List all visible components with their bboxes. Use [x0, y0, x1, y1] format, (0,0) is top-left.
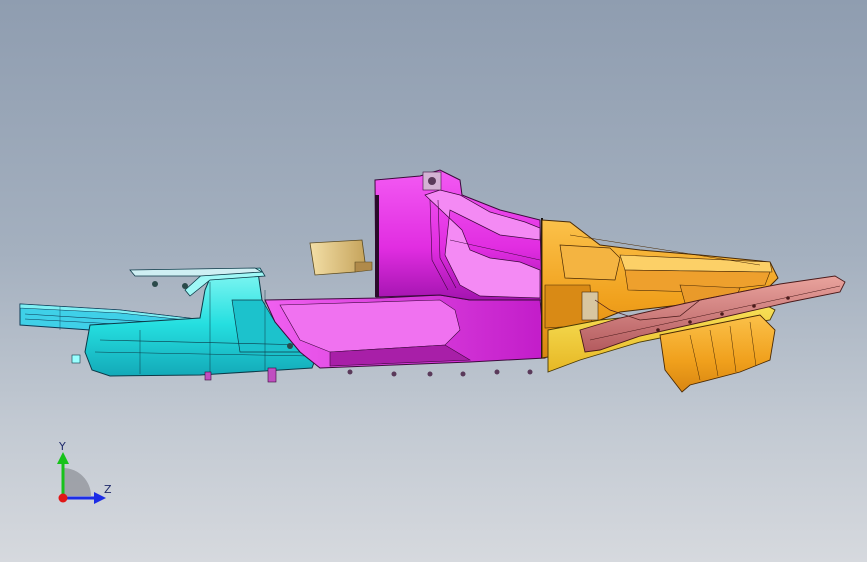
- graphics-viewport[interactable]: Y Z: [0, 0, 867, 562]
- rear-frame-part[interactable]: [19, 267, 319, 383]
- y-axis-arrowhead: [57, 452, 69, 464]
- z-axis-label: Z: [104, 483, 112, 496]
- triad-axes: [57, 452, 106, 504]
- x-axis-dot: [58, 493, 68, 503]
- center-tub-part[interactable]: [264, 169, 546, 377]
- orientation-triad: Y Z: [40, 438, 130, 518]
- assembly-model[interactable]: [0, 0, 867, 562]
- y-axis-label: Y: [59, 440, 66, 453]
- bracket-part[interactable]: [309, 239, 373, 276]
- triad-plane-icon: [63, 468, 91, 496]
